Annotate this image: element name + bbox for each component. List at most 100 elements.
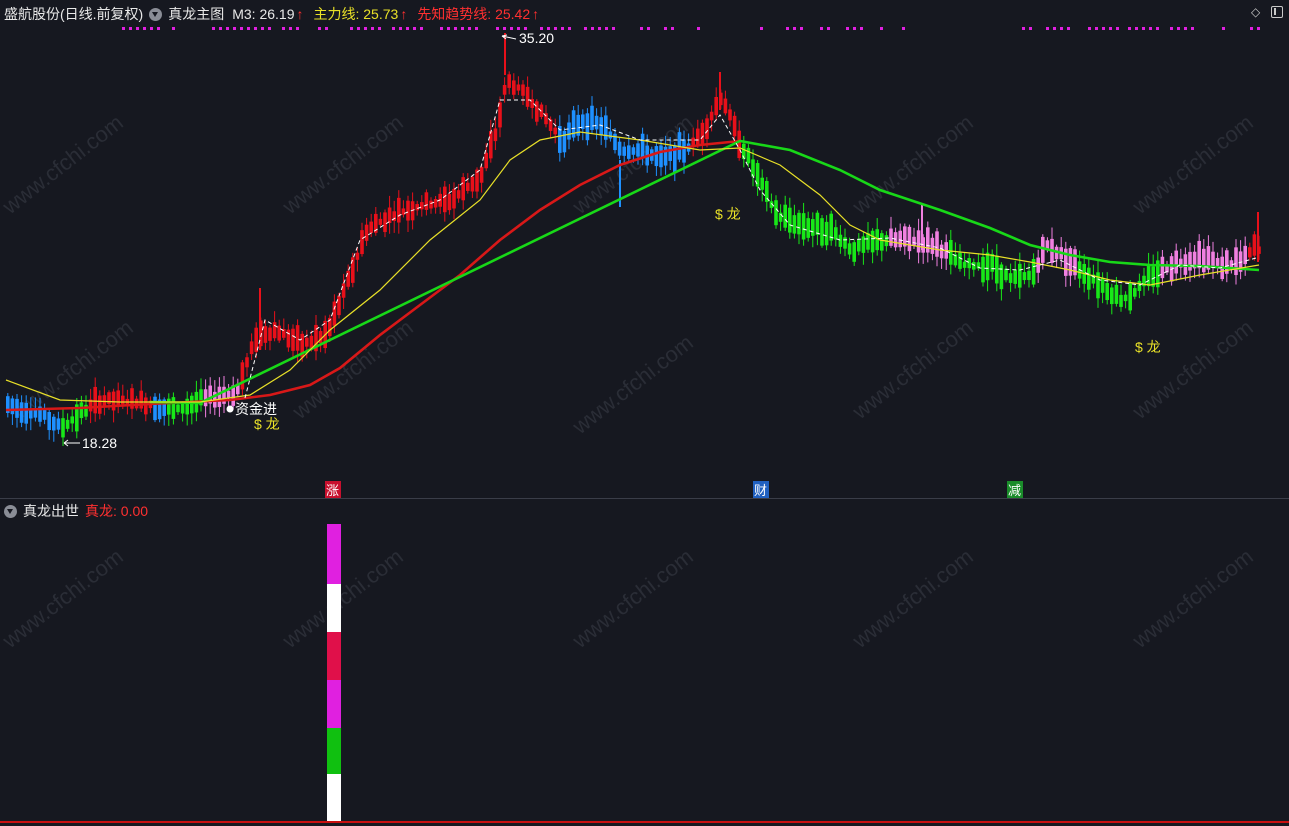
indicator-name[interactable]: 真龙主图 bbox=[168, 4, 224, 24]
candle-body bbox=[939, 244, 944, 259]
candle-body bbox=[1022, 272, 1027, 281]
candle-body bbox=[728, 109, 732, 121]
signal-dot bbox=[496, 27, 499, 30]
indicator-menu-icon[interactable] bbox=[149, 7, 163, 21]
candle-body bbox=[1128, 283, 1132, 311]
signal-dot bbox=[697, 27, 700, 30]
signal-dot bbox=[371, 27, 374, 30]
candle-body bbox=[249, 341, 254, 355]
svg-text:涨: 涨 bbox=[326, 483, 339, 498]
candle-body bbox=[433, 199, 438, 208]
candle-body bbox=[355, 252, 360, 260]
candle-body bbox=[484, 152, 488, 169]
candle-body bbox=[337, 295, 341, 316]
signal-dot bbox=[671, 27, 674, 30]
candle-body bbox=[696, 128, 700, 145]
watermark-text: www.cfchi.com bbox=[847, 544, 978, 654]
signal-dot bbox=[1257, 27, 1260, 30]
main-chart-panel[interactable]: www.cfchi.com www.cfchi.com www.cfchi.com w… bbox=[0, 0, 1289, 498]
dragon-signal-bar bbox=[327, 524, 341, 822]
sub-indicator-chart[interactable]: www.cfchi.com www.cfchi.com www.cfchi.com w… bbox=[0, 499, 1289, 826]
candle-body bbox=[153, 396, 157, 421]
candle-body bbox=[1137, 280, 1142, 292]
candle-body bbox=[1018, 263, 1022, 288]
signal-dot bbox=[584, 27, 587, 30]
candle-body bbox=[1211, 251, 1215, 268]
signal-dot bbox=[846, 27, 849, 30]
candle-body bbox=[116, 390, 120, 407]
candle-body bbox=[682, 139, 686, 163]
candle-body bbox=[1248, 247, 1252, 258]
candle-body bbox=[272, 322, 277, 339]
signal-dot bbox=[786, 27, 789, 30]
signal-dot bbox=[503, 27, 506, 30]
up-arrow-icon: ↑ bbox=[400, 6, 408, 22]
candle-body bbox=[581, 114, 585, 129]
signal-dot bbox=[1046, 27, 1049, 30]
signal-dot bbox=[261, 27, 264, 30]
candle-body bbox=[1068, 248, 1073, 276]
fund-in-label: 资金进 bbox=[235, 401, 277, 417]
restore-icon[interactable] bbox=[1271, 6, 1283, 18]
candle-body bbox=[783, 204, 787, 228]
signal-dot bbox=[219, 27, 222, 30]
signal-dot bbox=[1149, 27, 1152, 30]
candle-body bbox=[709, 111, 714, 121]
candle-body bbox=[815, 212, 820, 235]
candle-body bbox=[1110, 287, 1114, 305]
candle-body bbox=[893, 232, 898, 248]
diamond-icon[interactable]: ◇ bbox=[1251, 6, 1263, 18]
candle-body bbox=[121, 395, 125, 405]
candle-body bbox=[1119, 294, 1123, 307]
candle-body bbox=[1036, 257, 1040, 273]
candlestick-chart[interactable]: www.cfchi.com www.cfchi.com www.cfchi.com w… bbox=[0, 0, 1289, 498]
candle-body bbox=[824, 221, 829, 246]
stock-title[interactable]: 盛航股份(日线.前复权) bbox=[4, 4, 143, 24]
candle-body bbox=[461, 177, 465, 201]
signal-dot bbox=[647, 27, 650, 30]
candle-body bbox=[1243, 245, 1247, 265]
sub-indicator-value: 真龙: 0.00 bbox=[85, 503, 149, 519]
candle-body bbox=[1008, 273, 1013, 283]
indicator-menu-icon[interactable] bbox=[4, 504, 17, 518]
candle-body bbox=[737, 130, 741, 159]
watermark-text: www.cfchi.com bbox=[0, 544, 128, 654]
candle-body bbox=[512, 80, 516, 95]
candle-body bbox=[774, 200, 778, 226]
sub-chart-panel[interactable]: www.cfchi.com www.cfchi.com www.cfchi.com w… bbox=[0, 499, 1289, 826]
candle-body bbox=[507, 74, 511, 88]
candle-body bbox=[429, 200, 433, 209]
candle-body bbox=[502, 84, 507, 95]
candle-body bbox=[10, 398, 15, 415]
signal-dot bbox=[1088, 27, 1091, 30]
signal-dot bbox=[1029, 27, 1032, 30]
candle-body bbox=[1041, 236, 1045, 263]
candle-body bbox=[420, 202, 424, 210]
sub-indicator-name[interactable]: 真龙出世 bbox=[23, 501, 79, 521]
low-arrow-icon bbox=[63, 439, 80, 447]
candle-body bbox=[668, 146, 672, 161]
signal-dot bbox=[350, 27, 353, 30]
signal-dot bbox=[1095, 27, 1098, 30]
candle-body bbox=[295, 325, 300, 351]
signal-dot bbox=[226, 27, 229, 30]
candle-body bbox=[535, 101, 539, 122]
signal-dot bbox=[598, 27, 601, 30]
candle-body bbox=[406, 200, 410, 221]
candle-body bbox=[263, 326, 268, 343]
signal-dot bbox=[268, 27, 271, 30]
candle-body bbox=[521, 84, 525, 96]
candle-body bbox=[341, 283, 346, 298]
signal-dot bbox=[247, 27, 250, 30]
signal-dot bbox=[793, 27, 796, 30]
signal-dot bbox=[1177, 27, 1180, 30]
candle-body bbox=[1202, 248, 1206, 273]
watermark-text: www.cfchi.com bbox=[567, 544, 698, 654]
candle-body bbox=[364, 224, 369, 241]
candle-body bbox=[383, 212, 387, 233]
candle-body bbox=[553, 127, 557, 135]
signal-dot bbox=[289, 27, 292, 30]
candle-body bbox=[834, 227, 838, 240]
candle-body bbox=[1123, 294, 1128, 302]
candle-body bbox=[705, 118, 709, 140]
